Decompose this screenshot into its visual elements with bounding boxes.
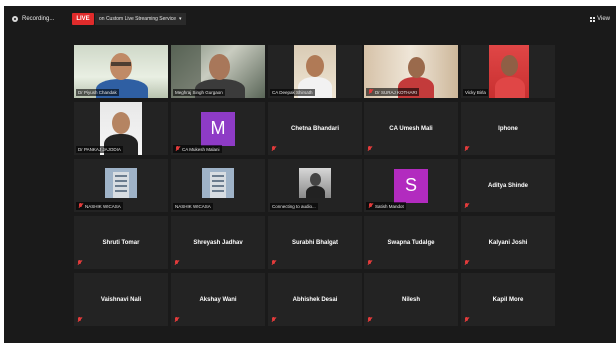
participant-tile[interactable]: Surabhi Bhalgat (268, 216, 362, 269)
participant-tile[interactable]: Akshay Wani (171, 273, 265, 326)
participant-tile[interactable]: Aditya Shinde (461, 159, 555, 212)
muted-mic-icon (464, 317, 469, 323)
participant-caption: Satish Mandot (366, 202, 406, 210)
participant-name: Shreyash Jadhav (193, 239, 243, 246)
participant-name: Akshay Wani (199, 296, 237, 303)
participant-name: Swapna Tudalge (387, 239, 435, 246)
muted-mic-icon (174, 317, 179, 323)
profile-picture (299, 167, 331, 198)
muted-mic-icon (368, 89, 373, 95)
participant-tile[interactable]: Kapil More (461, 273, 555, 326)
participant-caption: CA Deepak Shirsath (270, 89, 315, 96)
participant-name: Abhishek Desai (292, 296, 338, 303)
participant-tile[interactable]: M CA Mukesh Malani (171, 102, 265, 155)
participant-tile[interactable]: Vicky Birla (461, 45, 555, 98)
profile-picture (202, 167, 234, 198)
participant-caption: CA Mukesh Malani (173, 145, 222, 153)
muted-mic-icon (78, 203, 83, 209)
participant-tile[interactable]: CA Umesh Mali (364, 102, 458, 155)
participant-tile[interactable]: Connecting to audio... (268, 159, 362, 212)
participant-caption: Connecting to audio... (270, 203, 318, 210)
participant-tile[interactable]: Abhishek Desai (268, 273, 362, 326)
participant-tile[interactable]: Vaishnavi Nali (74, 273, 168, 326)
participant-name: Kalyani Joshi (488, 239, 528, 246)
participant-tile[interactable]: Swapna Tudalge (364, 216, 458, 269)
muted-mic-icon (464, 146, 469, 152)
participant-tile[interactable]: Shreyash Jadhav (171, 216, 265, 269)
participant-name: Kapil More (492, 296, 524, 303)
participant-tile[interactable]: Dr PANKAJ JAJODIA (74, 102, 168, 155)
participant-name: CA Umesh Mali (389, 125, 433, 132)
participant-tile[interactable]: Meghraj Singh Gurgaon (171, 45, 265, 98)
participant-name: Nilesh (401, 296, 420, 303)
participant-tile[interactable]: Dr SURAJ KOTHARI (364, 45, 458, 98)
muted-mic-icon (368, 203, 373, 209)
profile-picture (105, 167, 137, 198)
participant-tile[interactable]: NASHIK WICASA (171, 159, 265, 212)
participant-name: Iphone (498, 125, 518, 132)
participant-name: Shruti Tomar (102, 239, 140, 246)
muted-mic-icon (367, 146, 372, 152)
participant-caption: NASHIK WICASA (173, 203, 213, 210)
muted-mic-icon (367, 317, 372, 323)
muted-mic-icon (271, 317, 276, 323)
muted-mic-icon (175, 146, 180, 152)
participant-tile[interactable]: Kalyani Joshi (461, 216, 555, 269)
gallery-grid: Dr Piyush Chandak Meghraj Singh Gurgaon … (4, 6, 616, 343)
participant-tile[interactable]: S Satish Mandot (364, 159, 458, 212)
participant-tile[interactable]: Iphone (461, 102, 555, 155)
muted-mic-icon (77, 260, 82, 266)
muted-mic-icon (77, 317, 82, 323)
muted-mic-icon (271, 146, 276, 152)
muted-mic-icon (367, 260, 372, 266)
participant-tile[interactable]: NASHIK WICASA (74, 159, 168, 212)
participant-name: Vaishnavi Nali (100, 296, 142, 303)
muted-mic-icon (271, 260, 276, 266)
participant-tile[interactable]: CA Deepak Shirsath (268, 45, 362, 98)
participant-name: Surabhi Bhalgat (291, 239, 338, 246)
participant-tile[interactable]: Shruti Tomar (74, 216, 168, 269)
participant-tile[interactable]: Dr Piyush Chandak (74, 45, 168, 98)
participant-caption: Dr Piyush Chandak (76, 89, 119, 96)
participant-avatar: S (394, 168, 428, 203)
muted-mic-icon (464, 203, 469, 209)
zoom-meeting-window: Recording... LIVE on Custom Live Streami… (4, 6, 616, 343)
muted-mic-icon (464, 260, 469, 266)
participant-tile[interactable]: Nilesh (364, 273, 458, 326)
participant-video (489, 45, 529, 98)
participant-caption: Dr SURAJ KOTHARI (366, 88, 420, 96)
participant-caption: Meghraj Singh Gurgaon (173, 89, 225, 96)
participant-tile[interactable]: Chetna Bhandari (268, 102, 362, 155)
participant-name: Chetna Bhandari (290, 125, 339, 132)
participant-avatar: M (201, 111, 235, 146)
participant-name: Aditya Shinde (487, 182, 528, 189)
participant-caption: NASHIK WICASA (76, 202, 123, 210)
participant-caption: Dr PANKAJ JAJODIA (76, 146, 123, 153)
participant-caption: Vicky Birla (463, 89, 488, 96)
muted-mic-icon (174, 260, 179, 266)
